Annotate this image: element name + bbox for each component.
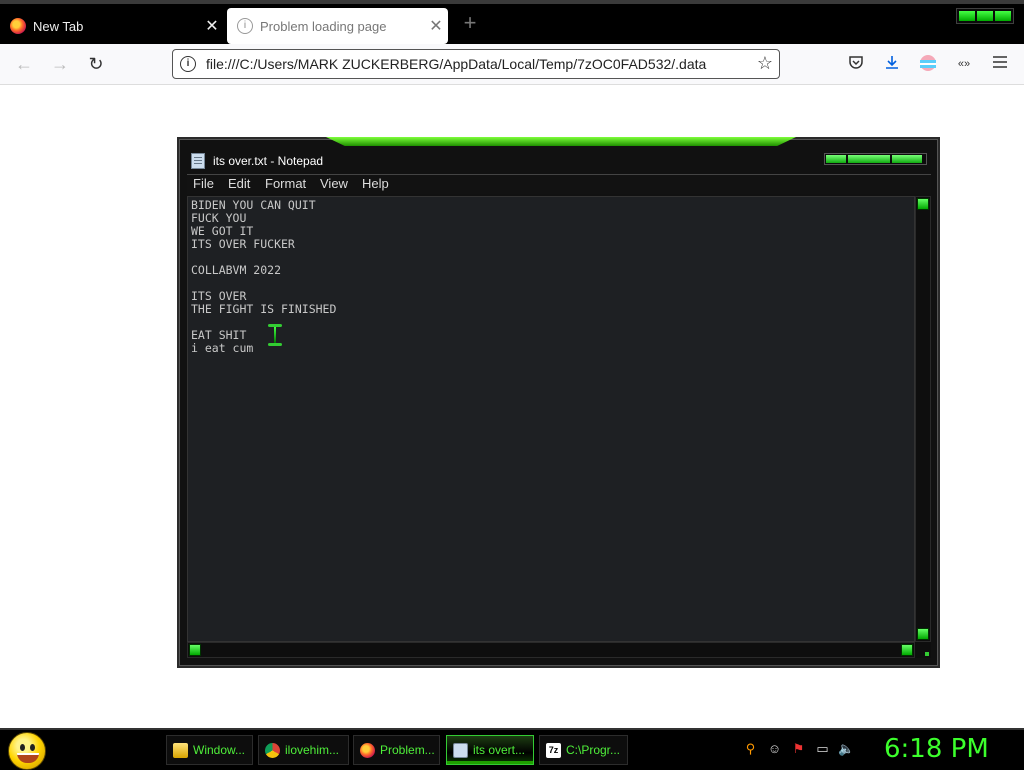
taskbar-button-windows[interactable]: Window... <box>166 735 253 765</box>
menu-edit[interactable]: Edit <box>228 176 250 191</box>
search-icon[interactable]: ⚲ <box>742 740 759 757</box>
window-controls[interactable] <box>956 8 1014 24</box>
taskbar-button-chrome[interactable]: ilovehim... <box>258 735 349 765</box>
menu-help[interactable]: Help <box>362 176 389 191</box>
menu-icon[interactable] <box>989 54 1011 76</box>
vertical-scrollbar[interactable] <box>915 196 931 642</box>
taskbar-button-label: C:\Progr... <box>566 743 621 757</box>
extensions-icon[interactable]: «» <box>953 54 975 76</box>
horizontal-scrollbar[interactable] <box>187 642 915 658</box>
taskbar: Window... ilovehim... Problem... its ove… <box>0 728 1024 770</box>
menu-format[interactable]: Format <box>265 176 306 191</box>
text-editor[interactable]: BIDEN YOU CAN QUIT FUCK YOU WE GOT IT IT… <box>187 196 915 642</box>
navigation-toolbar: ← → ↻ i file:///C:/Users/MARK ZUCKERBERG… <box>0 44 1024 85</box>
smiley-eye <box>20 744 25 751</box>
text-cursor-icon <box>268 324 282 346</box>
network-icon[interactable]: ▭ <box>814 740 831 757</box>
document-text[interactable]: BIDEN YOU CAN QUIT FUCK YOU WE GOT IT IT… <box>188 197 914 357</box>
tab-strip: New Tab ✕ i Problem loading page ✕ + <box>0 0 1024 44</box>
reload-button[interactable]: ↻ <box>84 53 108 77</box>
notepad-window: its over.txt - Notepad File Edit Format … <box>177 137 940 668</box>
tab-label: New Tab <box>33 18 84 34</box>
clock[interactable]: 6:18 PM <box>884 734 989 764</box>
firefox-icon <box>360 742 375 758</box>
scroll-left-button[interactable] <box>189 644 201 656</box>
taskbar-button-label: ilovehim... <box>285 743 340 757</box>
new-tab-button[interactable]: + <box>458 12 482 36</box>
taskbar-button-notepad[interactable]: its overt... <box>446 735 534 765</box>
messenger-icon[interactable]: ☺ <box>766 740 783 757</box>
resize-grip[interactable] <box>915 642 931 658</box>
folder-icon <box>173 742 188 758</box>
window-title: its over.txt - Notepad <box>213 154 324 168</box>
menu-file[interactable]: File <box>193 176 214 191</box>
taskbar-button-label: its overt... <box>473 743 526 757</box>
close-tab-icon[interactable]: ✕ <box>424 16 448 36</box>
notepad-titlebar[interactable]: its over.txt - Notepad <box>187 151 927 173</box>
back-button[interactable]: ← <box>12 53 36 77</box>
url-text[interactable]: file:///C:/Users/MARK ZUCKERBERG/AppData… <box>206 56 706 72</box>
downloads-icon[interactable] <box>881 54 903 76</box>
menu-view[interactable]: View <box>320 176 348 191</box>
info-icon[interactable]: i <box>180 56 196 72</box>
chrome-icon <box>265 742 280 758</box>
taskbar-button-7zip[interactable]: 7z C:\Progr... <box>539 735 628 765</box>
tab-label: Problem loading page <box>260 18 387 34</box>
browser-window: New Tab ✕ i Problem loading page ✕ + ← →… <box>0 0 1024 728</box>
notepad-icon <box>191 153 205 169</box>
forward-button[interactable]: → <box>48 53 72 77</box>
title-glow <box>326 137 796 146</box>
close-tab-icon[interactable]: ✕ <box>200 16 224 36</box>
firefox-icon <box>10 18 26 34</box>
action-center-flag-icon[interactable]: ⚑ <box>790 740 807 757</box>
menu-bar: File Edit Format View Help <box>187 174 931 194</box>
smiley-eye <box>30 744 35 751</box>
start-button[interactable] <box>8 732 46 770</box>
bookmark-star-icon[interactable]: ☆ <box>757 53 773 74</box>
info-icon: i <box>237 18 253 34</box>
scroll-down-button[interactable] <box>917 628 929 640</box>
smiley-mouth <box>17 753 39 763</box>
tab-new-tab[interactable]: New Tab ✕ <box>0 8 224 44</box>
taskbar-button-label: Problem... <box>380 743 435 757</box>
7zip-icon: 7z <box>546 742 561 758</box>
system-tray: ⚲ ☺ ⚑ ▭ 🔈 <box>742 740 855 757</box>
taskbar-button-firefox[interactable]: Problem... <box>353 735 440 765</box>
volume-icon[interactable]: 🔈 <box>838 740 855 757</box>
pocket-icon[interactable] <box>845 54 867 76</box>
tab-problem-loading[interactable]: i Problem loading page ✕ <box>227 8 448 44</box>
window-controls[interactable] <box>824 153 927 165</box>
url-bar[interactable]: i file:///C:/Users/MARK ZUCKERBERG/AppDa… <box>172 49 780 79</box>
account-icon[interactable] <box>917 54 939 76</box>
scroll-right-button[interactable] <box>901 644 913 656</box>
scroll-up-button[interactable] <box>917 198 929 210</box>
taskbar-button-label: Window... <box>193 743 246 757</box>
notepad-icon <box>453 742 468 758</box>
